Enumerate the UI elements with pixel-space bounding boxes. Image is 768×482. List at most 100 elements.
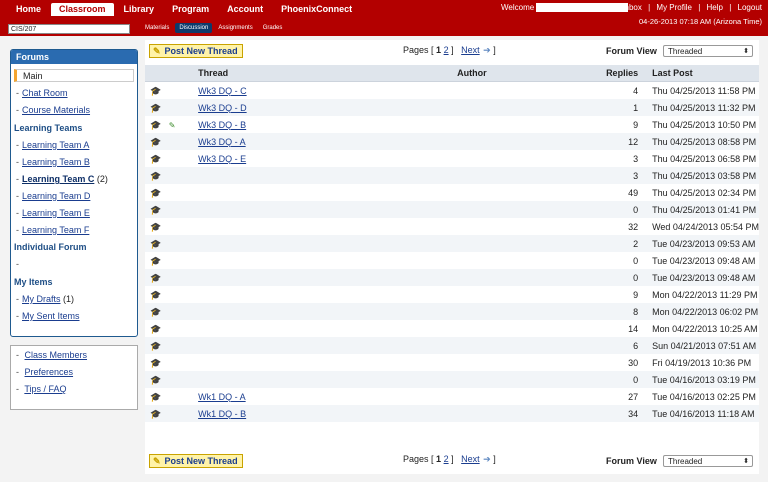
team-b-link[interactable]: Learning Team B — [22, 157, 90, 167]
subtab-grades[interactable]: Grades — [259, 23, 287, 33]
chat-room-link[interactable]: Chat Room — [22, 88, 68, 98]
header-replies[interactable]: Replies — [574, 65, 653, 82]
team-f-link[interactable]: Learning Team F — [22, 225, 89, 235]
tab-program[interactable]: Program — [164, 3, 217, 16]
thread-link[interactable]: Wk1 DQ - B — [198, 409, 246, 419]
thread-replies-cell: 0 — [574, 201, 653, 218]
tab-home[interactable]: Home — [8, 3, 49, 16]
table-row[interactable]: 🎓 0 Tue 04/23/2013 09:48 AM — [145, 269, 759, 286]
table-row[interactable]: 🎓 Wk3 DQ - A 12 Thu 04/25/2013 08:58 PM — [145, 133, 759, 150]
thread-icon-cell: 🎓 — [145, 252, 167, 269]
post-new-thread-button-bottom[interactable]: ✎ Post New Thread — [149, 454, 243, 468]
graduation-cap-icon: 🎓 — [150, 289, 162, 300]
thread-link[interactable]: Wk1 DQ - A — [198, 392, 246, 402]
header-icon-col — [145, 65, 167, 82]
graduation-cap-icon: 🎓 — [150, 408, 162, 419]
table-row[interactable]: 🎓 Wk3 DQ - C 4 Thu 04/25/2013 11:58 PM — [145, 82, 759, 100]
subtab-discussion[interactable]: Discussion — [175, 23, 213, 33]
team-a-link[interactable]: Learning Team A — [22, 140, 89, 150]
next-link[interactable]: Next — [461, 454, 480, 464]
forum-main[interactable]: Main — [14, 69, 134, 82]
thread-link[interactable]: Wk3 DQ - D — [198, 103, 247, 113]
my-drafts-count: (1) — [63, 294, 75, 304]
forum-team-b: - Learning Team B — [16, 157, 90, 167]
header-last-post[interactable]: Last Post — [652, 65, 759, 82]
table-row[interactable]: 🎓 3 Thu 04/25/2013 03:58 PM — [145, 167, 759, 184]
table-row[interactable]: 🎓 0 Tue 04/16/2013 03:19 PM — [145, 371, 759, 388]
team-d-link[interactable]: Learning Team D — [22, 191, 90, 201]
thread-last-post-cell: Mon 04/22/2013 11:29 PM — [652, 289, 758, 300]
thread-title-cell — [198, 184, 457, 201]
thread-last-post-cell: Sun 04/21/2013 07:51 AM — [652, 337, 759, 354]
next-arrow-icon[interactable]: ➔ — [483, 45, 491, 55]
forum-view-select-bottom[interactable]: Threaded ⬍ — [663, 455, 753, 467]
inbox-link[interactable]: Inbox — [622, 3, 642, 12]
subtab-assignments[interactable]: Assignments — [214, 23, 256, 33]
chevron-updown-icon: ⬍ — [743, 48, 749, 55]
thread-link[interactable]: Wk3 DQ - E — [198, 154, 246, 164]
pages-label: Pages [ — [403, 45, 434, 55]
preferences-link[interactable]: Preferences — [25, 367, 74, 377]
tab-classroom[interactable]: Classroom — [51, 3, 114, 16]
table-row[interactable]: 🎓 2 Tue 04/23/2013 09:53 AM — [145, 235, 759, 252]
tool-tips-faq: - Tips / FAQ — [16, 384, 67, 394]
thread-title-cell: Wk3 DQ - A — [198, 133, 458, 150]
page-2-link[interactable]: 2 — [444, 454, 449, 464]
my-profile-link[interactable]: My Profile — [656, 3, 692, 12]
table-row[interactable]: 🎓 32 Wed 04/24/2013 05:54 PM — [145, 218, 759, 235]
my-sent-link[interactable]: My Sent Items — [22, 311, 80, 321]
thread-icon-cell: 🎓 — [145, 184, 167, 201]
course-materials-link[interactable]: Course Materials — [22, 105, 90, 115]
help-link[interactable]: Help — [707, 3, 723, 12]
welcome: Welcome — [501, 3, 629, 12]
forum-course-materials: - Course Materials — [16, 105, 91, 115]
table-row[interactable]: 🎓 Wk3 DQ - E 3 Thu 04/25/2013 06:58 PM — [145, 150, 759, 167]
thread-author-cell — [457, 303, 575, 320]
thread-last-post-cell: Thu 04/25/2013 08:58 PM — [652, 133, 759, 150]
tab-account[interactable]: Account — [219, 3, 271, 16]
table-row[interactable]: 🎓 0 Thu 04/25/2013 01:41 PM — [145, 201, 759, 218]
forum-view-select[interactable]: Threaded ⬍ — [663, 45, 753, 57]
tips-faq-link[interactable]: Tips / FAQ — [24, 384, 66, 394]
team-c-count: (2) — [96, 174, 108, 184]
table-row[interactable]: 🎓 Wk1 DQ - B 34 Tue 04/16/2013 11:18 AM — [145, 405, 759, 422]
table-row[interactable]: 🎓 14 Mon 04/22/2013 10:25 AM — [145, 320, 759, 337]
tab-library[interactable]: Library — [116, 3, 163, 16]
post-new-thread-button[interactable]: ✎ Post New Thread — [149, 44, 243, 58]
thread-author-cell — [457, 320, 575, 337]
table-row[interactable]: 🎓 ✎ Wk3 DQ - B 9 Thu 04/25/2013 10:50 PM — [145, 116, 759, 133]
thread-replies-cell: 32 — [628, 221, 639, 232]
thread-author-cell — [457, 354, 575, 371]
logout-link[interactable]: Logout — [738, 3, 762, 12]
subtab-materials[interactable]: Materials — [141, 23, 173, 33]
header-thread[interactable]: Thread — [198, 65, 458, 82]
thread-title-cell — [198, 286, 457, 303]
table-row[interactable]: 🎓 Wk1 DQ - A 27 Tue 04/16/2013 02:25 PM — [145, 388, 759, 405]
team-c-link[interactable]: Learning Team C — [22, 174, 94, 184]
thread-author-cell — [457, 133, 575, 150]
pencil-icon: ✎ — [153, 455, 161, 466]
table-row[interactable]: 🎓 6 Sun 04/21/2013 07:51 AM — [145, 337, 759, 354]
thread-link[interactable]: Wk3 DQ - B — [198, 120, 246, 130]
next-arrow-icon[interactable]: ➔ — [483, 454, 491, 464]
next-link[interactable]: Next — [461, 45, 480, 55]
table-row[interactable]: 🎓 8 Mon 04/22/2013 06:02 PM — [145, 303, 759, 320]
table-row[interactable]: 🎓 0 Tue 04/23/2013 09:48 AM — [145, 252, 759, 269]
page-2-link[interactable]: 2 — [444, 45, 449, 55]
table-row[interactable]: 🎓 Wk3 DQ - D 1 Thu 04/25/2013 11:32 PM — [145, 99, 759, 116]
my-drafts-link[interactable]: My Drafts — [22, 294, 61, 304]
thread-icon-cell: 🎓 — [145, 235, 167, 252]
thread-title-cell: Wk3 DQ - D — [198, 99, 458, 116]
table-row[interactable]: 🎓 49 Thu 04/25/2013 02:34 PM — [145, 184, 759, 201]
graduation-cap-icon: 🎓 — [150, 272, 162, 283]
thread-link[interactable]: Wk3 DQ - C — [198, 86, 247, 96]
thread-flag-cell — [167, 286, 198, 303]
tab-phoenixconnect[interactable]: PhoenixConnect — [273, 3, 360, 16]
thread-link[interactable]: Wk3 DQ - A — [198, 137, 246, 147]
table-row[interactable]: 🎓 9 Mon 04/22/2013 11:29 PM — [145, 286, 759, 303]
class-members-link[interactable]: Class Members — [25, 350, 88, 360]
team-e-link[interactable]: Learning Team E — [22, 208, 90, 218]
header-author[interactable]: Author — [457, 65, 575, 82]
course-select[interactable]: CIS/207 — [8, 24, 130, 34]
table-row[interactable]: 🎓 30 Fri 04/19/2013 10:36 PM — [145, 354, 759, 371]
